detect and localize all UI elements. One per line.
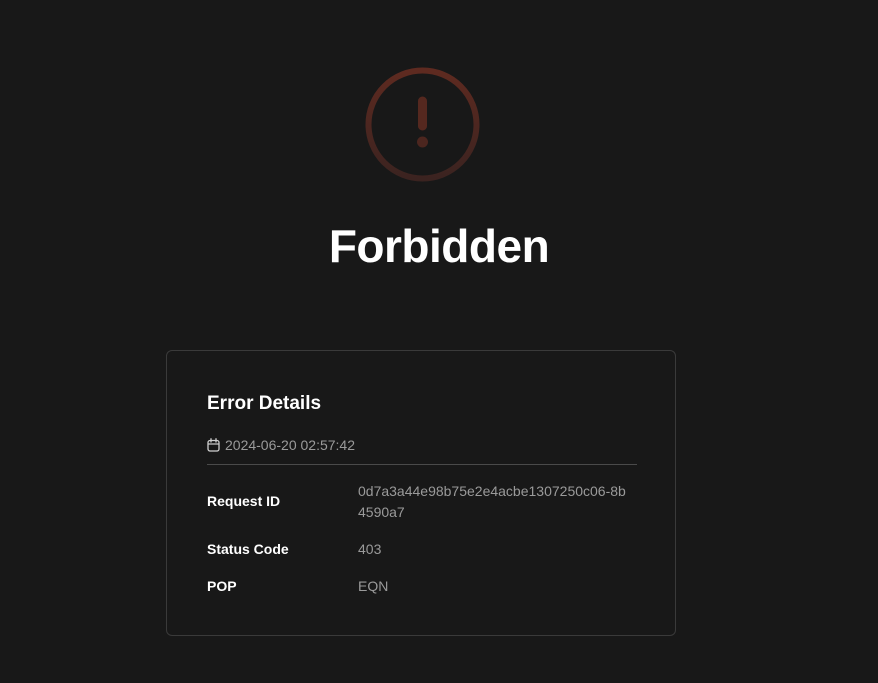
status-code-label: Status Code <box>207 541 289 557</box>
error-details-card: Error Details 2024-06-20 02:57:42 Reques… <box>166 350 676 636</box>
page-title: Forbidden <box>328 220 550 272</box>
alert-circle-icon <box>365 67 480 182</box>
error-page: Forbidden Error Details 2024-06-20 02:57… <box>0 0 878 683</box>
timestamp-row: 2024-06-20 02:57:42 <box>207 437 355 453</box>
pop-label: POP <box>207 578 237 594</box>
timestamp-text: 2024-06-20 02:57:42 <box>225 437 355 453</box>
calendar-icon <box>207 438 220 452</box>
status-code-value: 403 <box>358 541 382 557</box>
card-heading: Error Details <box>207 393 322 414</box>
pop-value: EQN <box>358 578 389 594</box>
divider <box>207 464 637 465</box>
request-id-label: Request ID <box>207 493 281 509</box>
request-id-value: 0d7a3a44e98b75e2e4acbe1307250c06-8b4590a… <box>358 483 626 520</box>
